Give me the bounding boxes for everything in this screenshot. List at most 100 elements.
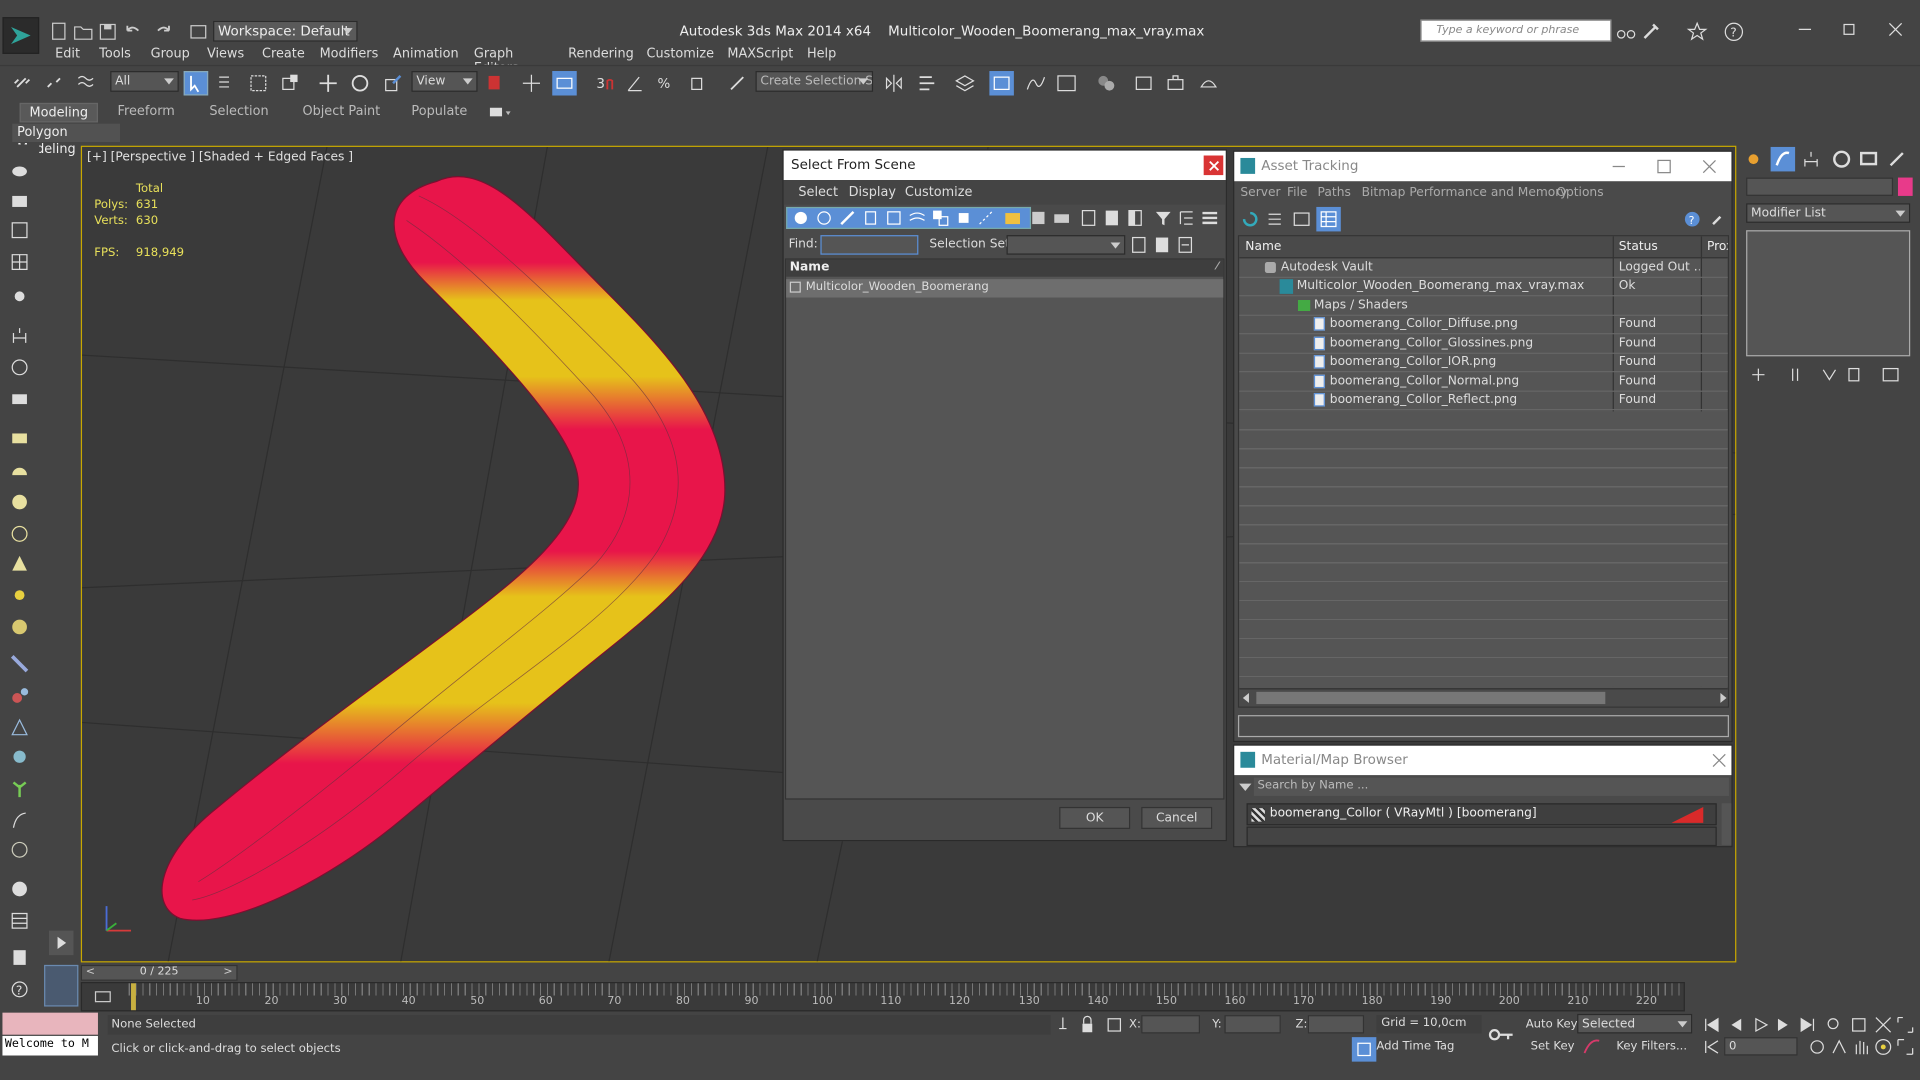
menu-customize[interactable]: Customize [647,47,715,62]
plane-icon[interactable] [7,426,31,450]
table-row[interactable]: boomerang_Collor_IOR.png Found [1239,354,1728,373]
shell-icon[interactable] [7,838,31,862]
key-tools-icon[interactable] [1638,20,1662,44]
table-row[interactable]: Multicolor_Wooden_Boomerang_max_vray.max… [1239,278,1728,297]
at-menu-options[interactable]: Options [1556,186,1603,199]
mb-material-item[interactable]: boomerang_Collor ( VRayMtl ) [boomerang] [1246,803,1717,826]
make-unique-icon[interactable] [1817,362,1841,386]
display-xrefs-icon[interactable] [951,206,975,230]
create-selection-set-icon[interactable] [1127,233,1151,257]
at-menu-paths[interactable]: Paths [1318,186,1351,199]
scroll-left-icon[interactable] [1242,693,1249,703]
walk-through-icon[interactable] [1827,1035,1851,1059]
refresh-icon[interactable] [1238,207,1262,231]
ribbon-subtab-polygon-modeling[interactable]: Polygon Modeling [12,123,121,157]
create-tab-icon[interactable] [1741,147,1765,171]
workspace-dropdown[interactable]: Workspace: Default [213,20,358,42]
select-all-icon[interactable] [1076,206,1100,230]
undo-icon[interactable] [120,20,144,44]
show-end-result-icon[interactable] [1783,362,1807,386]
utilities-tab-icon[interactable] [1884,147,1908,171]
rotate-icon[interactable] [348,71,372,95]
modifier-stack[interactable] [1746,230,1911,357]
dynamics-icon[interactable] [7,683,31,707]
hierarchy-icon[interactable] [7,323,31,347]
help-icon[interactable]: ? [1722,20,1746,44]
pan-hand-icon[interactable] [1849,1035,1873,1059]
motion-icon[interactable] [7,355,31,379]
select-invert-icon[interactable] [1123,206,1147,230]
ribbon-tab-selection[interactable]: Selection [209,104,268,119]
gear-icon[interactable] [7,744,31,768]
binoculars-icon[interactable] [1614,20,1638,44]
key-curve-icon[interactable] [1580,1035,1604,1059]
sfs-menu-customize[interactable]: Customize [905,185,973,200]
at-menu-bitmap-performance[interactable]: Bitmap Performance and Memory [1362,186,1568,199]
sfs-menu-display[interactable]: Display [849,185,896,200]
col-name[interactable]: Name [1245,240,1281,253]
maximize-viewport-icon[interactable] [1893,1013,1917,1037]
window-crossing-icon[interactable] [278,71,302,95]
mb-close-icon[interactable] [1707,748,1731,772]
time-tag-icon[interactable] [1351,1037,1377,1062]
table-view-icon[interactable] [1316,206,1341,232]
rect-selection-icon[interactable] [246,71,270,95]
move-icon[interactable] [316,71,340,95]
add-to-selection-set-icon[interactable] [1150,233,1174,257]
minimize-icon[interactable] [1793,17,1817,41]
sfs-ok-button[interactable]: OK [1059,806,1131,829]
viewport-layout-button[interactable] [44,964,79,1007]
ribbon-options-icon[interactable] [489,107,512,119]
menu-rendering[interactable]: Rendering [568,47,634,62]
table-row[interactable]: Autodesk Vault Logged Out ... [1239,260,1728,278]
new-file-icon[interactable] [47,20,71,44]
menu-tools[interactable]: Tools [99,47,131,62]
torus-icon[interactable] [7,615,31,639]
key-filters-button[interactable]: Key Filters... [1616,1040,1687,1053]
set-key-icon[interactable] [1487,1022,1519,1046]
filter-icon[interactable] [1151,206,1175,230]
object-name-field[interactable] [1746,177,1894,196]
viewport-play-icon[interactable] [48,930,74,956]
at-minimize-icon[interactable] [1607,154,1631,178]
x-coordinate-field[interactable] [1141,1015,1201,1034]
layer-view-icon[interactable] [1198,206,1222,230]
script-icon[interactable] [7,945,31,969]
pin-stack-icon[interactable] [1746,362,1770,386]
sphere-icon[interactable] [7,490,31,514]
y-coordinate-field[interactable] [1224,1015,1281,1034]
teapot-icon[interactable] [7,157,31,181]
hierarchy-tab-icon[interactable] [1799,147,1823,171]
table-row[interactable]: Maps / Shaders [1239,298,1728,316]
at-pin-icon[interactable] [1706,207,1730,231]
pivot-center-icon[interactable] [482,71,506,95]
modify-tab-icon[interactable] [1770,146,1796,172]
at-menu-server[interactable]: Server [1240,186,1280,199]
z-coordinate-field[interactable] [1307,1015,1365,1034]
horizontal-scrollbar[interactable] [1239,688,1728,707]
box-list-icon[interactable] [7,218,31,242]
hierarchy-view-icon[interactable] [1174,206,1198,230]
display-containers-icon[interactable] [1000,206,1024,230]
cone-icon[interactable] [7,551,31,575]
rendered-frame-window-icon[interactable] [1163,71,1187,95]
keyboard-shortcut-override-icon[interactable] [552,71,577,96]
zoom-all-icon[interactable] [1847,1013,1871,1037]
display-bones-icon[interactable] [975,206,999,230]
curve-editor-icon[interactable] [1024,71,1048,95]
arc-rotate-icon[interactable] [1871,1035,1895,1059]
render-production-icon[interactable] [1196,71,1220,95]
display-cameras-icon[interactable] [858,206,882,230]
ribbon-tab-freeform[interactable]: Freeform [118,104,175,119]
render-setup-icon[interactable] [1131,71,1155,95]
link-icon[interactable] [10,71,34,95]
min-max-toggle-icon[interactable] [1893,1035,1917,1059]
auto-key-button[interactable]: Auto Key [1526,1018,1578,1031]
star-icon[interactable] [1685,20,1709,44]
time-config-icon[interactable] [1700,1035,1724,1059]
foliage-icon[interactable] [7,776,31,800]
configure-modifier-sets-icon[interactable] [1878,362,1902,386]
display-tab-icon[interactable] [1856,147,1880,171]
field-of-view-icon[interactable] [1871,1013,1895,1037]
scene-explorer-icon[interactable] [989,71,1014,96]
